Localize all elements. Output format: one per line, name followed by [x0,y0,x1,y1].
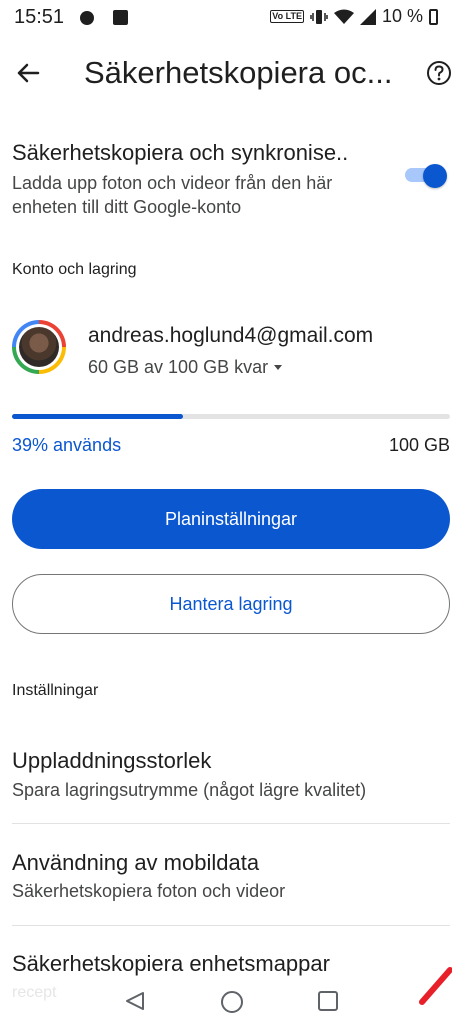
avatar[interactable] [12,320,66,374]
settings-section-header: Inställningar [12,682,99,699]
manage-storage-button[interactable]: Hantera lagring [12,574,450,634]
upload-size-subtitle: Spara lagringsutrymme (något lägre kvali… [12,780,367,800]
volte-icon: Vo LTE [270,10,304,23]
chevron-down-icon [274,365,283,370]
arrow-back-icon[interactable] [12,57,44,89]
help-circle-icon[interactable] [426,60,452,86]
device-folders-title[interactable]: Säkerhetskopiera enhetsmappar [12,951,330,977]
nav-home-icon[interactable] [221,991,243,1013]
mobile-data-subtitle: Säkerhetskopiera foton och videor [12,881,286,901]
wifi-icon [333,9,354,24]
storage-progress-bar [12,414,450,419]
storage-progress-fill [12,414,183,419]
red-stroke-icon [419,967,452,1005]
backup-toggle[interactable] [405,164,447,188]
battery-percent: 10 % [381,6,423,26]
signal-icon [359,8,376,25]
storage-total-label: 100 GB [388,435,450,455]
nav-recents-icon[interactable] [318,991,338,1011]
battery-icon [429,8,438,25]
upload-size-title[interactable]: Uppladdningsstorlek [12,748,211,774]
nav-back-icon[interactable] [124,991,146,1011]
storage-summary-label: 60 GB av 100 GB kvar [88,357,269,377]
image-icon [113,10,128,25]
backup-sync-title[interactable]: Säkerhetskopiera och synkronise.. [12,140,348,166]
mobile-data-title[interactable]: Användning av mobildata [12,850,259,876]
vibrate-icon [310,9,328,24]
status-icons: Vo LTE 10 % [270,6,438,27]
backup-sync-description: Ladda upp foton och videor från den här … [12,173,333,217]
account-section-header: Konto och lagring [12,261,137,278]
account-email[interactable]: andreas.hoglund4@gmail.com [88,324,373,348]
dnd-icon [80,11,94,25]
toggle-thumb [423,164,447,188]
storage-summary[interactable]: 60 GB av 100 GB kvar [88,357,283,378]
divider [12,823,450,824]
ghost-text: recept [12,984,57,1001]
page-title: Säkerhetskopiera oc... [84,55,393,90]
status-time: 15:51 [14,6,65,28]
plan-settings-button[interactable]: Planinställningar [12,489,450,549]
avatar-photo [19,327,59,367]
divider [12,925,450,926]
storage-used-label: 39% används [12,435,122,455]
